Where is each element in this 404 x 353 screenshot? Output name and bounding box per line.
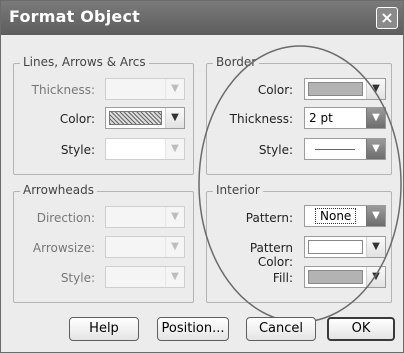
chevron-down-icon: ▼: [165, 108, 184, 128]
arrow-style-label: Style:: [60, 271, 95, 285]
color-label: Color:: [59, 112, 95, 126]
direction-label: Direction:: [36, 211, 95, 225]
chevron-down-icon: ▼: [165, 139, 184, 159]
line-color-dropdown[interactable]: ▼: [105, 107, 185, 129]
format-object-dialog: Format Object × Lines, Arrows & Arcs Thi…: [0, 0, 404, 353]
arrow-style-dropdown[interactable]: ▼: [105, 266, 185, 288]
arrowsize-label: Arrowsize:: [32, 241, 95, 255]
chevron-down-icon: ▼: [165, 79, 184, 99]
arrowsize-dropdown[interactable]: ▼: [105, 236, 185, 258]
thickness-label: Thickness:: [31, 83, 95, 97]
cancel-button[interactable]: Cancel: [246, 317, 316, 341]
line-style-dropdown[interactable]: ▼: [105, 138, 185, 160]
annotation-ellipse: [198, 45, 402, 323]
close-icon: ×: [380, 8, 394, 27]
title-bar: Format Object ×: [1, 1, 403, 35]
direction-dropdown[interactable]: ▼: [105, 206, 185, 228]
chevron-down-icon: ▼: [165, 237, 184, 257]
position-button[interactable]: Position...: [157, 317, 229, 341]
help-button[interactable]: Help: [69, 317, 139, 341]
close-button[interactable]: ×: [376, 7, 398, 29]
arrowheads-group-title: Arrowheads: [20, 183, 97, 197]
line-color-swatch: [109, 111, 162, 125]
style-label: Style:: [60, 143, 95, 157]
line-thickness-dropdown[interactable]: ▼: [105, 78, 185, 100]
chevron-down-icon: ▼: [165, 207, 184, 227]
lines-group-title: Lines, Arrows & Arcs: [20, 55, 149, 69]
dialog-title: Format Object: [9, 7, 140, 26]
ok-button[interactable]: OK: [327, 317, 395, 341]
chevron-down-icon: ▼: [165, 267, 184, 287]
